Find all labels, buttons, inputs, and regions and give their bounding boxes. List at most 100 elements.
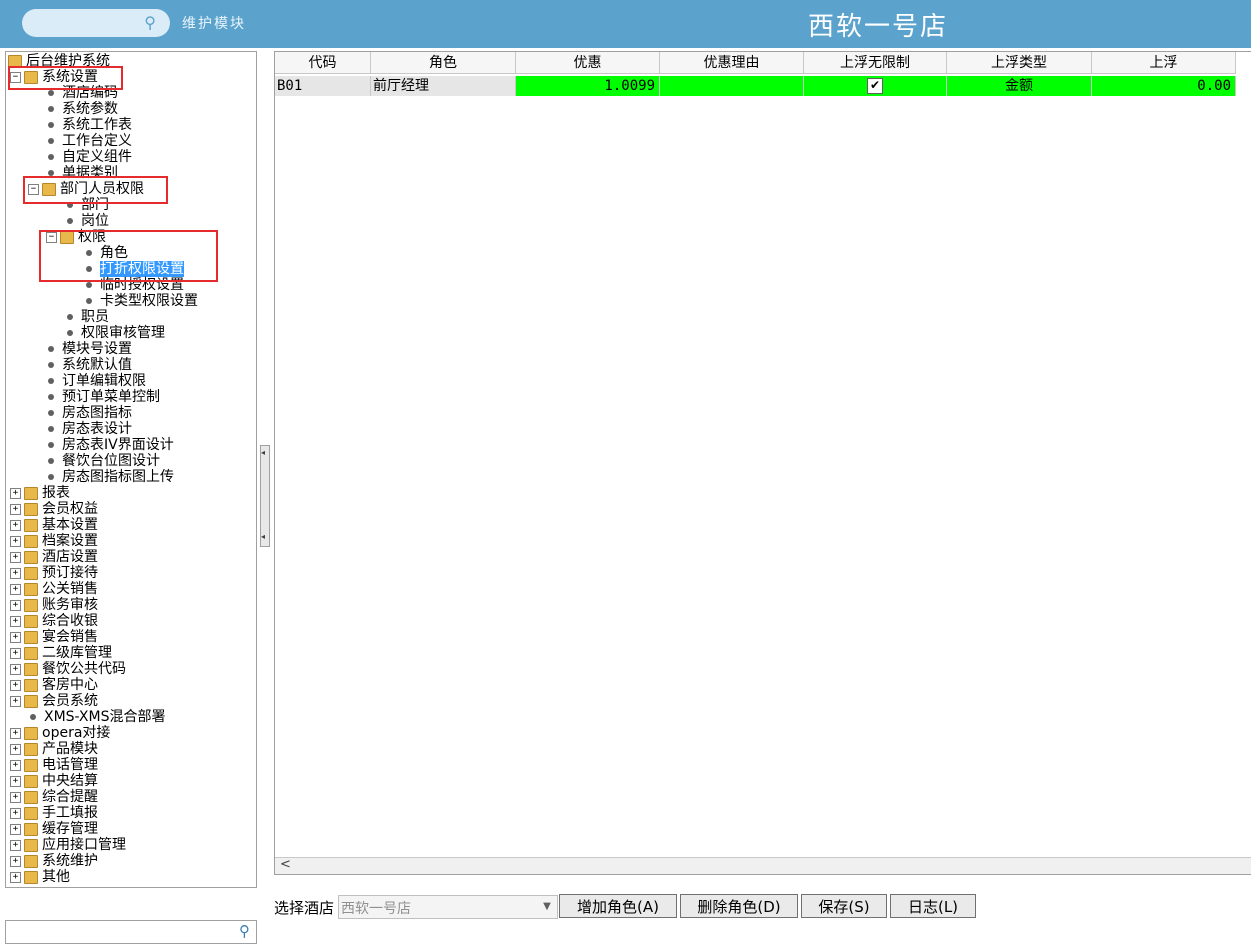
tree-item[interactable]: + 会员系统 [10, 693, 98, 709]
tree-item[interactable]: + 宴会销售 [10, 629, 98, 645]
column-header-discount[interactable]: 优惠 [516, 52, 660, 74]
tree-item[interactable]: XMS-XMS混合部署 [26, 709, 165, 725]
expand-icon[interactable]: + [10, 823, 21, 835]
tree-item[interactable]: + 二级库管理 [10, 645, 112, 661]
expand-icon[interactable]: + [10, 679, 21, 691]
tree-item[interactable]: 房态表设计 [44, 421, 132, 437]
scroll-left-icon[interactable]: < [280, 857, 291, 872]
table-row[interactable]: B01 前厅经理 1.0099 ✔ 金额 0.00 [275, 76, 1236, 96]
checkbox-checked-icon[interactable]: ✔ [867, 78, 883, 94]
column-header-discount-reason[interactable]: 优惠理由 [660, 52, 804, 74]
tree-item[interactable]: + 账务审核 [10, 597, 98, 613]
tree-item[interactable]: + 中央结算 [10, 773, 98, 789]
cell-code[interactable]: B01 [275, 76, 371, 96]
tree-item[interactable]: 系统默认值 [44, 357, 132, 373]
arrow-left-icon[interactable]: ◂ [261, 448, 265, 457]
expand-icon[interactable]: + [10, 807, 21, 819]
column-header-code[interactable]: 代码 [275, 52, 371, 74]
search-icon[interactable]: ⚲ [144, 13, 156, 32]
tree-item[interactable]: + 其他 [10, 869, 70, 885]
tree-item[interactable]: 模块号设置 [44, 341, 132, 357]
tree-item[interactable]: 卡类型权限设置 [82, 293, 198, 309]
tree-item[interactable]: + 产品模块 [10, 741, 98, 757]
expand-icon[interactable]: + [10, 759, 21, 771]
cell-discount[interactable]: 1.0099 [516, 76, 660, 96]
cell-float-type[interactable]: 金额 [947, 76, 1092, 96]
tree-item[interactable]: 系统参数 [44, 101, 118, 117]
tree-item[interactable]: 房态图指标 [44, 405, 132, 421]
expand-icon[interactable]: + [10, 839, 21, 851]
tree-item[interactable]: 订单编辑权限 [44, 373, 146, 389]
tree-item[interactable]: + 档案设置 [10, 533, 98, 549]
module-search-input[interactable]: ⚲ [22, 9, 170, 37]
column-header-float-type[interactable]: 上浮类型 [947, 52, 1092, 74]
expand-icon[interactable]: + [10, 663, 21, 675]
column-header-float[interactable]: 上浮 [1092, 52, 1236, 74]
expand-icon[interactable]: + [10, 583, 21, 595]
expand-icon[interactable]: + [10, 855, 21, 867]
hotel-select[interactable]: 西软一号店 ▼ [338, 895, 558, 919]
expand-icon[interactable]: + [10, 599, 21, 611]
expand-icon[interactable]: + [10, 519, 21, 531]
search-icon[interactable]: ⚲ [239, 922, 250, 940]
tree-item[interactable]: + opera对接 [10, 725, 110, 741]
tree-item[interactable]: 权限审核管理 [63, 325, 165, 341]
cell-role[interactable]: 前厅经理 [371, 76, 516, 96]
tree-item[interactable]: 工作台定义 [44, 133, 132, 149]
expand-icon[interactable]: + [10, 551, 21, 563]
tree-item[interactable]: + 公关销售 [10, 581, 98, 597]
tree-item[interactable]: 房态表IV界面设计 [44, 437, 174, 453]
delete-role-button[interactable]: 删除角色(D) [680, 894, 798, 918]
tree-item[interactable]: + 应用接口管理 [10, 837, 126, 853]
expand-icon[interactable]: + [10, 743, 21, 755]
tree-item[interactable]: + 餐饮公共代码 [10, 661, 126, 677]
expand-icon[interactable]: + [10, 487, 21, 499]
tree-item[interactable]: + 系统维护 [10, 853, 98, 869]
chevron-down-icon[interactable]: ▼ [537, 896, 557, 918]
log-button[interactable]: 日志(L) [890, 894, 976, 918]
expand-icon[interactable]: + [10, 727, 21, 739]
expand-icon[interactable]: + [10, 791, 21, 803]
tree-item[interactable]: + 报表 [10, 485, 70, 501]
tree-item[interactable]: 职员 [63, 309, 109, 325]
add-role-button[interactable]: 增加角色(A) [559, 894, 677, 918]
arrow-left-icon[interactable]: ◂ [261, 532, 265, 541]
expand-icon[interactable]: + [10, 615, 21, 627]
tree-search-input[interactable]: ⚲ [5, 920, 257, 944]
annotation-box [8, 66, 123, 90]
expand-icon[interactable]: + [10, 503, 21, 515]
cell-float[interactable]: 0.00 [1092, 76, 1236, 96]
folder-icon [24, 566, 38, 580]
tree-item[interactable]: + 客房中心 [10, 677, 98, 693]
tree-item[interactable]: + 基本设置 [10, 517, 98, 533]
expand-icon[interactable]: + [10, 695, 21, 707]
save-button[interactable]: 保存(S) [801, 894, 887, 918]
panel-splitter[interactable]: ◂ ◂ [260, 445, 270, 547]
tree-item[interactable]: + 酒店设置 [10, 549, 98, 565]
tree-item[interactable]: 岗位 [63, 213, 109, 229]
expand-icon[interactable]: + [10, 871, 21, 883]
tree-item[interactable]: 房态图指标图上传 [44, 469, 174, 485]
expand-icon[interactable]: + [10, 775, 21, 787]
expand-icon[interactable]: + [10, 535, 21, 547]
tree-item[interactable]: + 综合提醒 [10, 789, 98, 805]
tree-item[interactable]: 预订单菜单控制 [44, 389, 160, 405]
expand-icon[interactable]: + [10, 631, 21, 643]
expand-icon[interactable]: + [10, 567, 21, 579]
tree-item[interactable]: 自定义组件 [44, 149, 132, 165]
column-header-float-unlimited[interactable]: 上浮无限制 [804, 52, 947, 74]
tree-item[interactable]: 系统工作表 [44, 117, 132, 133]
cell-discount-reason[interactable] [660, 76, 804, 96]
tree-item[interactable]: + 电话管理 [10, 757, 98, 773]
column-header-role[interactable]: 角色 [371, 52, 516, 74]
tree-item[interactable]: + 会员权益 [10, 501, 98, 517]
tree-item[interactable]: + 手工填报 [10, 805, 98, 821]
folder-icon [24, 550, 38, 564]
expand-icon[interactable]: + [10, 647, 21, 659]
tree-item[interactable]: + 综合收银 [10, 613, 98, 629]
tree-item[interactable]: + 缓存管理 [10, 821, 98, 837]
horizontal-scrollbar[interactable]: < [275, 857, 1251, 874]
cell-float-unlimited[interactable]: ✔ [804, 76, 947, 96]
tree-item[interactable]: + 预订接待 [10, 565, 98, 581]
tree-item[interactable]: 餐饮台位图设计 [44, 453, 160, 469]
